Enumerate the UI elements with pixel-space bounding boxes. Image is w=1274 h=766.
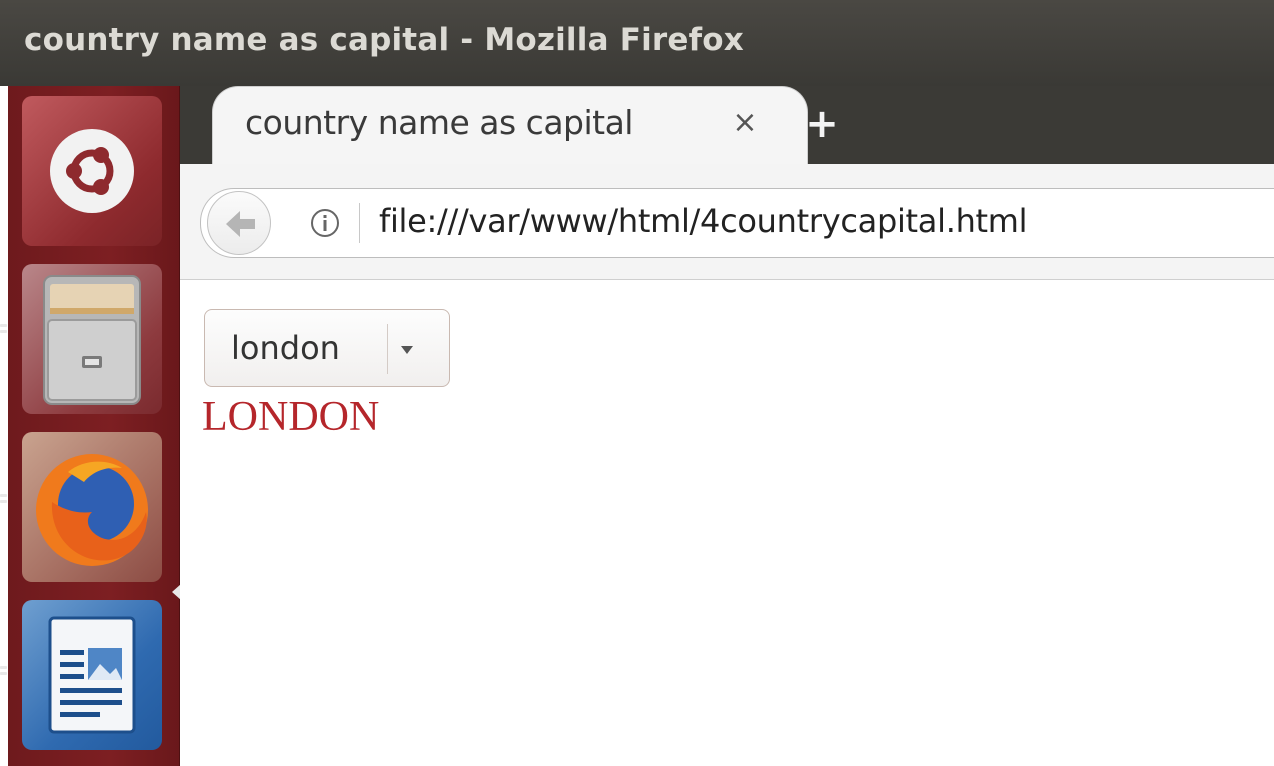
back-button[interactable] <box>207 191 271 255</box>
window-title: country name as capital - Mozilla Firefo… <box>24 22 744 58</box>
window-title-bar: country name as capital - Mozilla Firefo… <box>0 0 1274 86</box>
page-content: london LONDON <box>180 281 1274 766</box>
launcher-item-dash[interactable] <box>22 96 162 246</box>
desktop-screen: country name as capital - Mozilla Firefo… <box>0 0 1274 766</box>
unity-launcher <box>0 86 181 766</box>
launcher-running-indicator <box>0 664 8 678</box>
launcher-item-writer[interactable] <box>22 600 162 750</box>
result-text: LONDON <box>202 394 380 440</box>
firefox-icon <box>36 454 148 566</box>
tab-title: country name as capital <box>245 103 633 142</box>
back-arrow-icon <box>226 211 255 237</box>
launcher-item-firefox[interactable] <box>22 432 162 582</box>
tab-active[interactable]: country name as capital × <box>212 86 808 170</box>
url-separator <box>359 203 360 243</box>
chevron-down-icon[interactable] <box>401 346 413 354</box>
url-text[interactable]: file:///var/www/html/4countrycapital.htm… <box>379 202 1028 240</box>
tab-strip: country name as capital × + <box>180 86 1274 170</box>
navigation-bar: file:///var/www/html/4countrycapital.htm… <box>180 164 1274 280</box>
writer-document-icon <box>48 616 136 734</box>
url-bar[interactable]: file:///var/www/html/4countrycapital.htm… <box>200 188 1274 258</box>
info-icon[interactable] <box>309 207 341 239</box>
select-divider <box>387 324 388 374</box>
select-value: london <box>231 329 340 367</box>
launcher-running-indicator <box>0 492 8 506</box>
tab-close-icon[interactable]: × <box>725 103 765 143</box>
capital-select[interactable]: london <box>204 309 450 387</box>
new-tab-button[interactable]: + <box>800 102 844 146</box>
launcher-running-indicator <box>0 322 8 336</box>
launcher-item-files[interactable] <box>22 264 162 414</box>
file-cabinet-icon <box>43 275 141 405</box>
ubuntu-logo-icon <box>50 129 134 213</box>
